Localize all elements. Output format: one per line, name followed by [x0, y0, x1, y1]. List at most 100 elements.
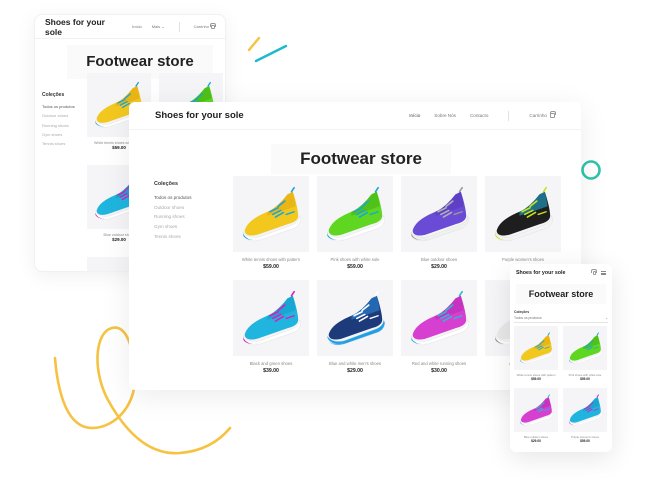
product-card[interactable]: Blue outdoor shoes $29.00: [514, 388, 558, 443]
product-image: [317, 280, 393, 356]
header-icons: [592, 271, 606, 275]
header: Shoes for your sole Início Sobre Nós Con…: [129, 102, 581, 130]
nav-item-inicio[interactable]: Início: [409, 113, 420, 118]
sidebar-item-running[interactable]: Running shoes: [42, 121, 75, 130]
collections-heading: Coleções: [154, 181, 178, 187]
sneaker-illustration: [568, 394, 603, 426]
product-price: $29.00: [347, 368, 363, 374]
product-name: Blue and white men's shoes: [328, 361, 381, 366]
sneaker-illustration: [326, 186, 385, 241]
header: Shoes for your sole Início Mais ⌄ Carrin…: [35, 15, 225, 39]
product-name: Purple women's shoes: [502, 257, 544, 262]
product-card[interactable]: Pink shoes with white sole $59.00: [563, 326, 607, 381]
cart-label: Carrinho: [529, 112, 547, 118]
product-image: [401, 280, 477, 356]
sidebar-item-running[interactable]: Running shoes: [154, 212, 192, 222]
product-image: [317, 176, 393, 252]
product-image: [563, 388, 607, 432]
sneaker-illustration: [410, 186, 469, 241]
sidebar-item-tennis[interactable]: Tennis shoes: [154, 232, 192, 242]
brand-logo[interactable]: Shoes for your sole: [45, 17, 108, 37]
product-price: $29.00: [431, 264, 447, 270]
product-image: [514, 326, 558, 370]
product-price: $29.00: [531, 439, 541, 443]
sneaker-illustration: [242, 290, 301, 345]
product-name: Blue outdoor shoes: [420, 257, 458, 262]
nav-item-inicio[interactable]: Início: [132, 24, 142, 29]
showcase-stage: Shoes for your sole Início Mais ⌄ Carrin…: [0, 0, 650, 500]
page-title: Footwear store: [516, 284, 606, 304]
product-price: $59.00: [347, 264, 363, 270]
chevron-down-icon: ⌄: [161, 24, 165, 29]
shopping-bag-icon: [211, 24, 215, 29]
collections-select-value: Todos os produtos: [514, 316, 542, 320]
shopping-bag-icon[interactable]: [592, 271, 596, 275]
sidebar-item-tennis[interactable]: Tennis shoes: [42, 139, 75, 148]
hamburger-menu-icon[interactable]: [601, 271, 606, 275]
product-card[interactable]: White tennis shoes with pattern $59.00: [233, 176, 309, 270]
product-card[interactable]: White tennis shoes with pattern $59.00: [514, 326, 558, 381]
product-image: [563, 326, 607, 370]
cart-link[interactable]: Carrinho: [194, 24, 215, 29]
product-price: $59.00: [531, 377, 541, 381]
nav-divider: [178, 21, 180, 32]
collections-sidebar: Coleções Todos os produtos Outdoor shoes…: [42, 91, 75, 148]
sneaker-illustration: [242, 186, 301, 241]
product-card[interactable]: Black and green shoes $39.00: [233, 280, 309, 374]
product-name: Black and green shoes: [249, 361, 293, 366]
sidebar-item-gym[interactable]: Gym shoes: [154, 222, 192, 232]
product-price: $59.00: [580, 439, 590, 443]
product-image: [401, 176, 477, 252]
product-image: [233, 280, 309, 356]
product-card[interactable]: Blue and white men's shoes $29.00: [317, 280, 393, 374]
sneaker-illustration: [568, 332, 603, 364]
shopping-bag-icon: [550, 113, 555, 119]
sneaker-illustration: [410, 290, 469, 345]
nav-item-mais[interactable]: Mais ⌄: [152, 24, 165, 29]
nav-item-contacto[interactable]: Contacto: [470, 113, 488, 118]
header: Shoes for your sole: [510, 264, 612, 282]
brand-logo[interactable]: Shoes for your sole: [516, 270, 565, 276]
chevron-down-icon: ⌄: [605, 316, 608, 320]
product-card[interactable]: Purple women's shoes $59.00: [485, 176, 561, 270]
sidebar-item-all-products[interactable]: Todos os produtos: [42, 102, 75, 111]
sneaker-illustration: [519, 394, 554, 426]
product-price: $59.00: [263, 264, 279, 270]
nav-divider: [508, 110, 510, 121]
product-name: White tennis shoes with pattern: [241, 257, 301, 262]
sneaker-illustration: [326, 290, 385, 345]
collections-heading: Coleções: [514, 310, 530, 314]
product-name: Red and white running shoes: [411, 361, 467, 366]
sneaker-illustration: [494, 186, 553, 241]
collections-filter: Coleções Todos os produtos ⌄: [514, 310, 608, 323]
sidebar-item-all-products[interactable]: Todos os produtos: [154, 193, 192, 203]
product-price: $30.00: [431, 368, 447, 374]
sidebar-item-outdoor[interactable]: Outdoor shoes: [154, 203, 192, 213]
nav-menu: Início Mais ⌄ Carrinho: [132, 21, 215, 32]
product-image: [485, 176, 561, 252]
product-price: $59.00: [580, 377, 590, 381]
product-image: [514, 388, 558, 432]
mobile-store-window: Shoes for your sole Footwear store Coleç…: [510, 264, 612, 452]
product-card[interactable]: Blue outdoor shoes $29.00: [401, 176, 477, 270]
nav-item-mais-label: Mais: [151, 24, 161, 29]
product-card[interactable]: Pink shoes with white sole $59.00: [317, 176, 393, 270]
product-card[interactable]: Red and white running shoes $30.00: [401, 280, 477, 374]
collections-select[interactable]: Todos os produtos ⌄: [514, 316, 608, 323]
nav-item-sobre-nos[interactable]: Sobre Nós: [434, 113, 456, 118]
sidebar-item-outdoor[interactable]: Outdoor shoes: [42, 111, 75, 120]
collections-sidebar: Coleções Todos os produtos Outdoor shoes…: [154, 180, 192, 242]
collections-heading: Coleções: [42, 92, 65, 98]
product-image: [233, 176, 309, 252]
page-title: Footwear store: [271, 144, 451, 174]
cart-label: Carrinho: [193, 24, 209, 29]
sidebar-item-gym[interactable]: Gym shoes: [42, 130, 75, 139]
sneaker-illustration: [519, 332, 554, 364]
brand-logo[interactable]: Shoes for your sole: [155, 110, 244, 121]
cart-link[interactable]: Carrinho: [529, 112, 555, 119]
product-name: Pink shoes with white sole: [330, 257, 380, 262]
product-card[interactable]: Purple women's shoes $59.00: [563, 388, 607, 443]
decorative-dash-teal: [254, 44, 288, 63]
product-price: $39.00: [263, 368, 279, 374]
nav-menu: Início Sobre Nós Contacto Carrinho: [409, 110, 555, 121]
